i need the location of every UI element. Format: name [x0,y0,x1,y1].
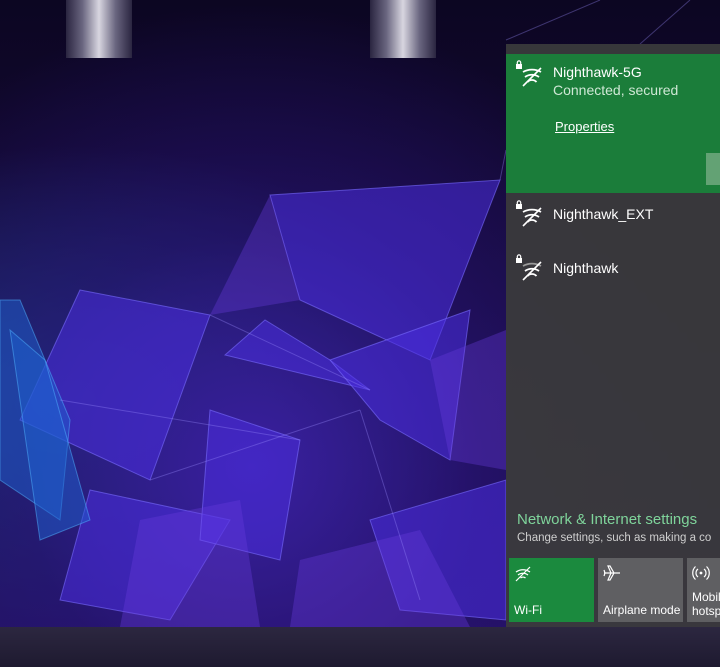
blurred-desktop-icon[interactable] [370,0,436,58]
tile-label: Wi-Fi [514,603,542,617]
wifi-secured-icon [516,60,542,87]
network-name: Nighthawk_EXT [553,206,654,222]
wifi-icon [515,566,531,582]
network-item[interactable]: Nighthawk [506,248,720,302]
blurred-desktop-icon[interactable] [66,0,132,58]
mobile-hotspot-tile[interactable]: Mobile hotsp [687,558,720,622]
tile-label: Airplane mode [603,603,681,617]
wifi-toggle-tile[interactable]: Wi-Fi [509,558,594,622]
disconnect-button[interactable] [706,153,720,185]
wifi-secured-icon [516,254,542,281]
mobile-hotspot-icon [692,566,710,580]
network-name: Nighthawk-5G [553,64,642,80]
network-item[interactable]: Nighthawk_EXT [506,194,720,248]
airplane-icon [603,565,620,581]
network-status: Connected, secured [553,82,679,98]
network-flyout: Nighthawk-5G Connected, secured Properti… [506,44,720,627]
network-item-connected[interactable]: Nighthawk-5G Connected, secured Properti… [506,54,720,193]
properties-link[interactable]: Properties [555,119,614,134]
airplane-mode-tile[interactable]: Airplane mode [598,558,683,622]
network-internet-settings-link[interactable]: Network & Internet settings [517,511,697,528]
tile-label: Mobile hotsp [692,590,720,618]
wifi-secured-icon [516,200,542,227]
network-name: Nighthawk [553,260,619,276]
taskbar [0,627,720,667]
settings-description: Change settings, such as making a co [517,532,712,544]
